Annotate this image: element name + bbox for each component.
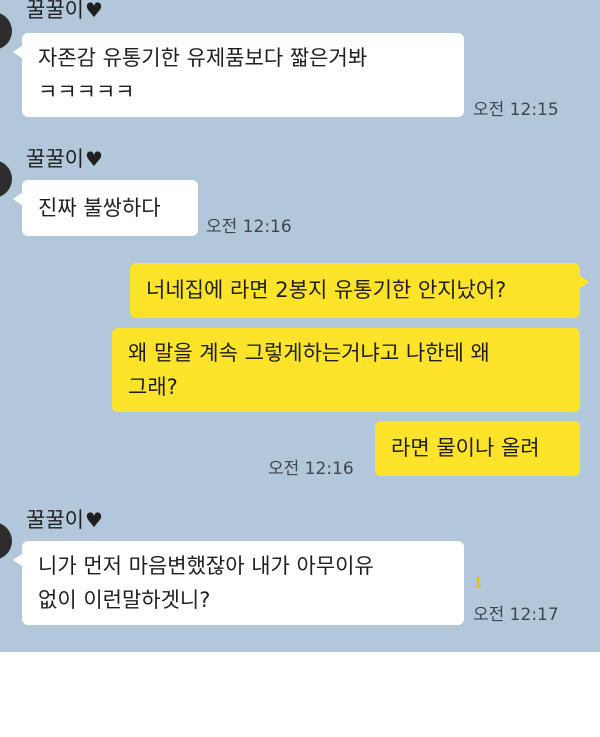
message-text: 진짜 불쌍하다 [38, 196, 161, 220]
message-bubble-outgoing[interactable]: 라면 물이나 올려 [375, 421, 580, 476]
message-bubble-outgoing[interactable]: 왜 말을 계속 그렇게하는거냐고 나한테 왜 그래? [112, 328, 580, 412]
message-time: 오전 12:16 [268, 459, 354, 479]
chat-area[interactable]: 꿀꿀이♥ 자존감 유통기한 유제품보다 짧은거봐 ㅋㅋㅋㅋㅋ 오전 12:15 … [0, 0, 600, 652]
avatar[interactable] [0, 12, 12, 50]
message-time: 오전 12:16 [206, 217, 292, 237]
avatar[interactable] [0, 522, 12, 560]
message-text: 왜 말을 계속 그렇게하는거냐고 나한테 왜 [128, 341, 490, 365]
message-bubble-incoming[interactable]: 니가 먼저 마음변했잖아 내가 아무이유 없이 이런말하겟니? [13, 541, 464, 625]
heart-icon: ♥ [84, 508, 103, 532]
heart-icon: ♥ [84, 0, 103, 22]
message-text: 라면 물이나 올려 [391, 436, 540, 460]
message-time: 오전 12:15 [473, 100, 559, 120]
message-bubble-incoming[interactable]: 자존감 유통기한 유제품보다 짧은거봐 ㅋㅋㅋㅋㅋ [13, 33, 464, 117]
message-text: 자존감 유통기한 유제품보다 짧은거봐 [38, 46, 368, 70]
message-time: 오전 12:17 [473, 605, 559, 625]
sender-name: 꿀꿀이♥ [26, 508, 103, 532]
message-text: 너네집에 라면 2봉지 유통기한 안지났어? [146, 278, 507, 302]
message-text: 그래? [128, 375, 178, 399]
message-bubble-outgoing[interactable]: 너네집에 라면 2봉지 유통기한 안지났어? [130, 263, 589, 318]
unread-count: 1 [474, 576, 483, 591]
sender-name: 꿀꿀이♥ [26, 147, 103, 171]
sender-name: 꿀꿀이♥ [26, 0, 103, 22]
message-text: ㅋㅋㅋㅋㅋ [38, 80, 135, 104]
avatar[interactable] [0, 160, 12, 198]
message-bubble-incoming[interactable]: 진짜 불쌍하다 [13, 180, 198, 236]
message-text: 없이 이런말하겟니? [38, 588, 211, 612]
heart-icon: ♥ [84, 147, 103, 171]
message-text: 니가 먼저 마음변했잖아 내가 아무이유 [38, 554, 374, 578]
